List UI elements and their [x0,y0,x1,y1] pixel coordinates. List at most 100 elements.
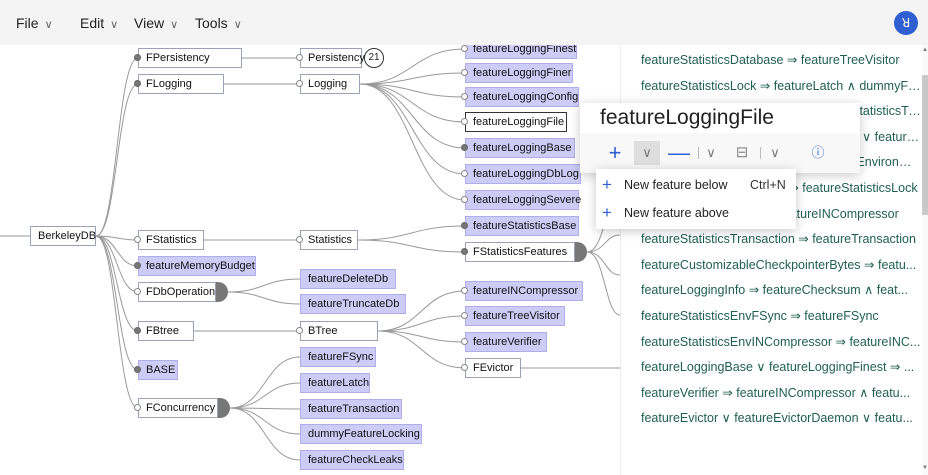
avatar-initial: ꓤ [901,16,911,30]
optional-marker-icon [461,196,468,203]
feature-node-fdb-operation[interactable]: FDbOperation [138,282,216,302]
constraint-item[interactable]: featureStatisticsDatabase ⇒ featureTreeV… [641,52,921,67]
menu-tools[interactable]: Tools ∨ [195,15,242,31]
feature-node-feature-statistics-base[interactable]: featureStatisticsBase [465,216,579,236]
optional-marker-icon [461,69,468,76]
menu-bar: File ∨ Edit ∨ View ∨ Tools ∨ ꓤ [0,0,928,45]
optional-marker-icon [296,327,303,334]
constraint-item[interactable]: featureStatisticsEnvINCompressor ⇒ featu… [641,334,921,349]
plus-icon: + [602,203,612,222]
new-feature-below-item[interactable]: + New feature below Ctrl+N [596,172,796,198]
menu-file[interactable]: File ∨ [16,15,53,31]
optional-marker-icon [134,236,141,243]
tree-edge-statistics-fstatistics-features [357,239,466,253]
info-icon[interactable]: ⓘ [806,141,830,165]
tree-edge-fstatisticsfeatures-out-1 [586,234,620,253]
feature-node-feature-logging-config[interactable]: featureLoggingConfig [465,87,579,107]
feature-node-feature-transaction[interactable]: featureTransaction [300,399,402,419]
scroll-up-arrow-icon[interactable]: ▲ [922,47,928,55]
feature-node-feature-incompressor[interactable]: featureINCompressor [465,281,583,301]
constraint-item[interactable]: featureLoggingBase ∨ featureLoggingFines… [641,359,921,374]
feature-node-fevictor[interactable]: FEvictor [465,358,521,378]
mandatory-marker-icon [134,262,141,269]
feature-node-berkeley-db[interactable]: BerkeleyDB [30,226,96,246]
optional-marker-icon [461,45,468,52]
feature-node-fstatistics-features[interactable]: FStatisticsFeatures [465,242,575,262]
optional-marker-icon [461,93,468,100]
menu-view-label: View [134,15,165,31]
collapsed-count-badge[interactable]: 21 [364,48,384,68]
menu-edit[interactable]: Edit ∨ [80,15,118,31]
constraint-item[interactable]: featureStatisticsTransaction ⇒ featureTr… [641,231,921,246]
feature-node-feature-logging-finer[interactable]: featureLoggingFiner [465,63,573,83]
feature-node-persistency[interactable]: Persistency [300,48,365,68]
feature-node-feature-logging-base[interactable]: featureLoggingBase [465,138,575,158]
tree-edge-berkeley-db-flogging [95,83,139,237]
menu-edit-label: Edit [80,15,105,31]
constraint-item[interactable]: featureLoggingInfo ⇒ featureChecksum ∧ f… [641,282,921,297]
feature-node-base[interactable]: BASE [138,360,178,380]
collapse-options-chevron-down-icon[interactable]: ∨ [762,141,788,165]
remove-options-chevron-down-icon[interactable]: ∨ [698,141,724,165]
feature-node-feature-memory-budget[interactable]: featureMemoryBudget [138,256,256,276]
constraints-scroll-thumb[interactable] [922,75,928,215]
feature-node-feature-logging-severe[interactable]: featureLoggingSevere [465,190,581,210]
mandatory-marker-icon [134,54,141,61]
scroll-down-arrow-icon[interactable]: ▼ [922,465,928,473]
add-options-chevron-down-icon[interactable]: ∨ [634,141,660,165]
toolbar-divider [760,147,761,159]
plus-icon[interactable]: + [600,141,630,165]
feature-node-feature-fsync[interactable]: featureFSync [300,347,376,367]
new-feature-above-label: New feature above [624,206,729,220]
constraint-item[interactable]: featureVerifier ⇒ featureINCompressor ∧ … [641,385,921,400]
feature-node-feature-tree-visitor[interactable]: featureTreeVisitor [465,306,565,326]
optional-marker-icon [461,287,468,294]
tree-edge-berkeley-db-fpersistency [95,57,139,237]
feature-node-dummy-feature-locking[interactable]: dummyFeatureLocking [300,424,422,444]
minus-icon[interactable]: — [664,141,694,165]
optional-marker-icon [134,404,141,411]
feature-node-feature-logging-finest[interactable]: featureLoggingFinest [465,45,577,59]
constraint-item[interactable]: featureCustomizableCheckpointerBytes ⇒ f… [641,257,921,272]
chevron-down-icon: ∨ [44,19,53,31]
optional-marker-icon [296,54,303,61]
tree-edge-fconcurrency-dummy-feature-locking [229,407,301,435]
tree-edge-logging-feature-logging-db-log [359,83,466,175]
feature-node-flogging[interactable]: FLogging [138,74,224,94]
new-feature-above-item[interactable]: + New feature above [596,200,796,226]
constraints-scrollbar[interactable]: ▲ ▼ [922,45,928,475]
menu-tools-label: Tools [195,15,228,31]
mandatory-marker-icon [134,327,141,334]
feature-node-feature-verifier[interactable]: featureVerifier [465,332,547,352]
tree-edge-fdb-operation-feature-delete-db [227,278,301,293]
tree-edge-berkeley-db-base [95,235,139,371]
constraint-item[interactable]: featureEvictor ∨ featureEvictorDaemon ∨ … [641,410,921,425]
constraint-item[interactable]: featureStatisticsEnvFSync ⇒ featureFSync [641,308,921,323]
feature-node-feature-check-leaks[interactable]: featureCheckLeaks [300,450,404,470]
menu-view[interactable]: View ∨ [134,15,178,31]
mandatory-marker-icon [461,222,468,229]
optional-marker-icon [461,312,468,319]
feature-node-statistics[interactable]: Statistics [300,230,358,250]
tree-edge-fconcurrency-feature-check-leaks [229,407,301,461]
optional-marker-icon [296,236,303,243]
collapse-icon[interactable]: ⊟ [731,141,753,165]
feature-node-logging[interactable]: Logging [300,74,360,94]
feature-node-fconcurrency[interactable]: FConcurrency [138,398,218,418]
feature-node-fpersistency[interactable]: FPersistency [138,48,242,68]
feature-node-btree[interactable]: BTree [300,321,378,341]
feature-popup: featureLoggingFile + ∨ — ∨ ⊟ ∨ ⓘ [580,103,860,173]
feature-node-fbtree[interactable]: FBtree [138,321,194,341]
feature-node-feature-logging-file[interactable]: featureLoggingFile [465,112,567,132]
feature-node-feature-latch[interactable]: featureLatch [300,373,370,393]
feature-model-tree[interactable]: BerkeleyDB FPersistency FLogging FStatistic… [0,45,620,475]
feature-node-feature-truncate-db[interactable]: featureTruncateDb [300,294,406,314]
feature-node-feature-delete-db[interactable]: featureDeleteDb [300,269,396,289]
constraint-item[interactable]: featureStatisticsLock ⇒ featureLatch ∧ d… [641,78,921,93]
mandatory-marker-icon [134,80,141,87]
feature-node-fstatistics[interactable]: FStatistics [138,230,204,250]
feature-node-feature-logging-db-log[interactable]: featureLoggingDbLog [465,164,581,184]
menu-file-label: File [16,15,39,31]
avatar[interactable]: ꓤ [894,11,918,35]
new-feature-below-label: New feature below [624,178,728,192]
